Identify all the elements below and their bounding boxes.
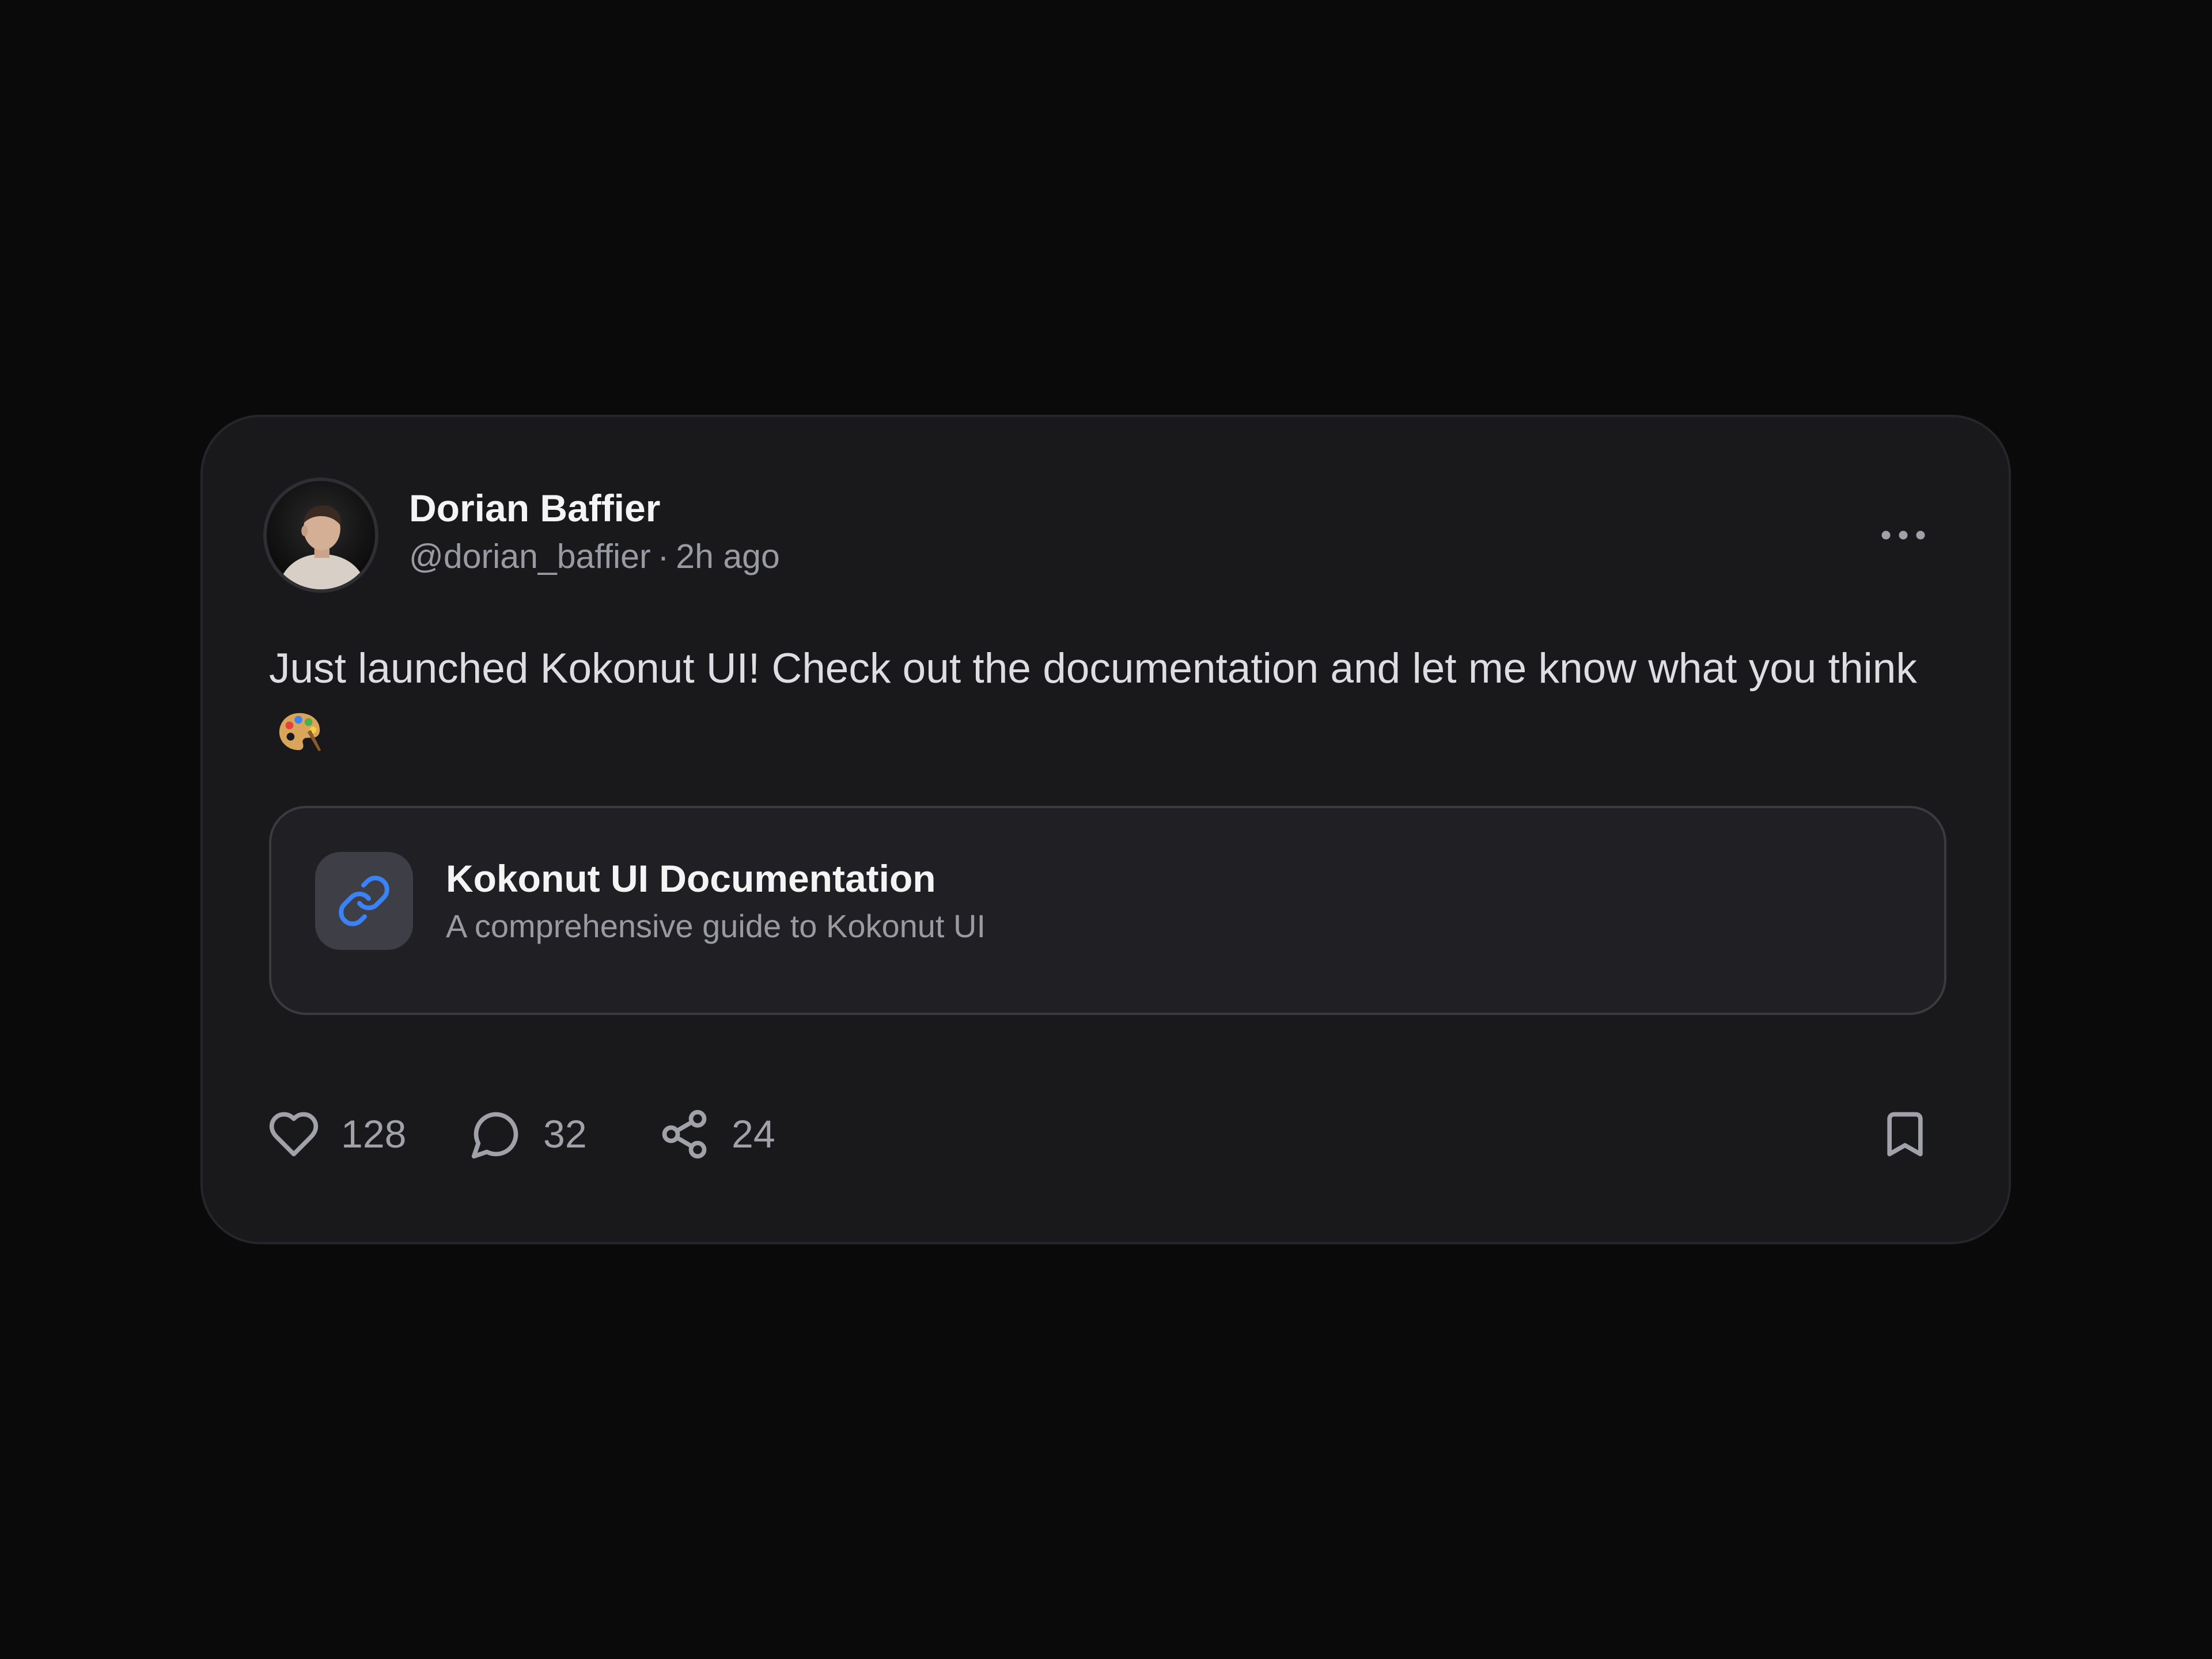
share-icon xyxy=(662,1109,707,1159)
comment-count: 32 xyxy=(543,1112,587,1156)
post-text: Just launched Kokonut UI! Check out the … xyxy=(269,636,1940,766)
post-body: Just launched Kokonut UI! Check out the … xyxy=(269,645,1917,692)
comment-button[interactable]: 32 xyxy=(469,1103,587,1166)
meta-separator: · xyxy=(657,537,669,575)
post-time: 2h ago xyxy=(676,537,780,575)
more-options-button[interactable] xyxy=(1869,509,1938,561)
more-horizontal-icon xyxy=(1881,531,1925,540)
author-handle[interactable]: @dorian_baffier xyxy=(409,537,651,575)
avatar[interactable] xyxy=(263,478,378,593)
share-button[interactable]: 24 xyxy=(658,1103,775,1166)
like-button[interactable]: 128 xyxy=(267,1103,406,1166)
bookmark-button[interactable] xyxy=(1876,1103,1934,1166)
author-name[interactable]: Dorian Baffier xyxy=(409,487,660,529)
like-count: 128 xyxy=(341,1112,407,1156)
link-icon-container xyxy=(315,852,413,950)
share-count: 24 xyxy=(732,1112,775,1156)
heart-icon xyxy=(269,1112,319,1157)
bookmark-icon xyxy=(1887,1112,1923,1157)
post-card: Dorian Baffier @dorian_baffier · 2h ago Ju… xyxy=(200,415,2011,1244)
link-preview-card[interactable]: Kokonut UI Documentation A comprehensive… xyxy=(269,806,1946,1015)
message-circle-icon xyxy=(471,1112,518,1159)
link-description: A comprehensive guide to Kokonut UI xyxy=(446,908,986,944)
palette-emoji xyxy=(279,713,321,752)
author-meta: @dorian_baffier · 2h ago xyxy=(409,538,780,575)
link-title: Kokonut UI Documentation xyxy=(446,857,936,900)
link-icon xyxy=(339,876,389,926)
avatar-photo xyxy=(267,481,375,589)
